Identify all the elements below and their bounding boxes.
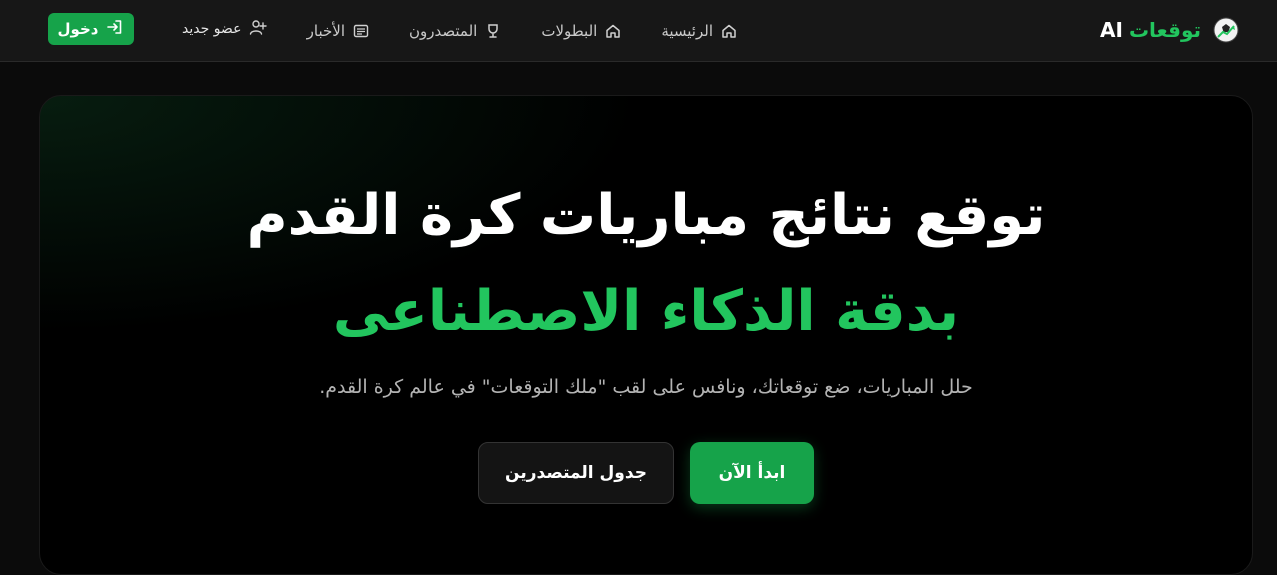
nav-item-leaders[interactable]: المتصدرون [409, 22, 501, 40]
cta-row: ابدأ الآن جدول المتصدرين [40, 442, 1252, 504]
brand[interactable]: توقعات AI [1100, 14, 1241, 46]
hero-title: توقع نتائج مباريات كرة القدم [246, 183, 1046, 248]
user-plus-icon [249, 18, 268, 40]
brand-name-ai: AI [1100, 18, 1123, 42]
hero-section: توقع نتائج مباريات كرة القدم بدقة الذكاء… [39, 95, 1253, 575]
register-link[interactable]: عضو جديد [182, 18, 268, 40]
brand-name-arabic: توقعات [1128, 18, 1201, 42]
main-nav: الرئيسية البطولات المتصدرون الأخبار [307, 0, 737, 62]
login-icon [106, 18, 124, 40]
nav-item-home[interactable]: الرئيسية [661, 22, 737, 40]
soccer-ball-logo-icon [1211, 15, 1241, 45]
nav-item-label: الأخبار [306, 22, 345, 40]
register-label: عضو جديد [182, 21, 242, 37]
login-button[interactable]: دخول [48, 13, 134, 45]
home-icon [721, 23, 737, 39]
hero-subtitle: بدقة الذكاء الاصطناعى [332, 279, 960, 344]
nav-item-label: البطولات [541, 22, 598, 40]
auth-area: دخول عضو جديد [48, 13, 268, 45]
nav-item-label: المتصدرون [409, 22, 478, 40]
top-navbar: توقعات AI الرئيسية البطولات المتصدرون ال… [0, 0, 1277, 62]
home-icon [605, 23, 621, 39]
brand-name: توقعات AI [1100, 18, 1201, 42]
nav-item-news[interactable]: الأخبار [307, 22, 369, 40]
hero-description: حلل المباريات، ضع توقعاتك، ونافس على لقب… [319, 376, 973, 398]
start-now-button[interactable]: ابدأ الآن [690, 442, 814, 504]
trophy-icon [485, 23, 501, 39]
nav-item-label: الرئيسية [661, 22, 713, 40]
leaderboard-button[interactable]: جدول المتصدرين [478, 442, 674, 504]
login-label: دخول [57, 20, 99, 38]
newspaper-icon [353, 23, 369, 39]
nav-item-tournaments[interactable]: البطولات [541, 22, 621, 40]
